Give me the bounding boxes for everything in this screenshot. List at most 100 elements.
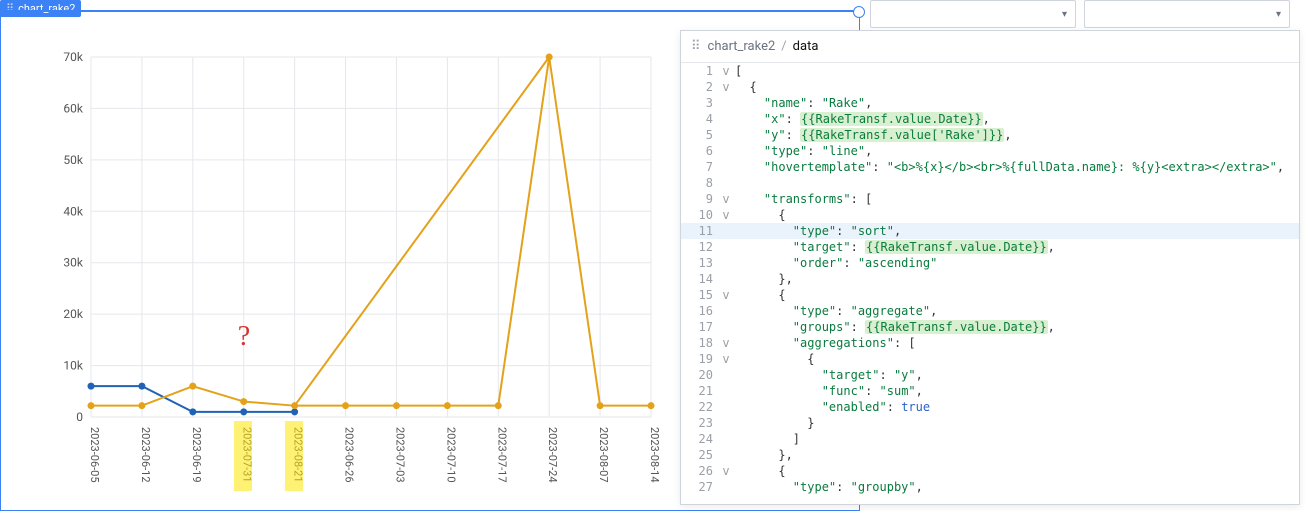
code-line[interactable]: 7 "hovertemplate": "<b>%{x}</b><br>%{ful…	[681, 159, 1299, 175]
code-line[interactable]: 27 "type": "groupby",	[681, 479, 1299, 495]
line-number: 24	[681, 431, 719, 447]
code-line[interactable]: 9v "transforms": [	[681, 191, 1299, 207]
code-content[interactable]: {	[733, 207, 1299, 223]
fold-icon[interactable]: v	[719, 79, 733, 95]
code-content[interactable]: "transforms": [	[733, 191, 1299, 207]
side-panel-a[interactable]: ▾	[870, 0, 1076, 28]
code-line[interactable]: 11 "type": "sort",	[681, 223, 1299, 239]
code-content[interactable]: },	[733, 271, 1299, 287]
breadcrumb-leaf[interactable]: data	[793, 39, 819, 54]
code-content[interactable]: {	[733, 287, 1299, 303]
fold-icon[interactable]: v	[719, 463, 733, 479]
code-content[interactable]: "func": "sum",	[733, 383, 1299, 399]
line-number: 13	[681, 255, 719, 271]
code-content[interactable]: "type": "sort",	[733, 223, 1299, 239]
code-line[interactable]: 14 },	[681, 271, 1299, 287]
code-line[interactable]: 26v {	[681, 463, 1299, 479]
code-line[interactable]: 10v {	[681, 207, 1299, 223]
code-line[interactable]: 21 "func": "sum",	[681, 383, 1299, 399]
code-content[interactable]: "groups": {{RakeTransf.value.Date}},	[733, 319, 1299, 335]
app-root: { "chart_tab_label": "chart_rake2", "que…	[0, 0, 1305, 511]
code-panel-header[interactable]: ⠿ chart_rake2 / data	[681, 31, 1299, 63]
code-content[interactable]: {	[733, 79, 1299, 95]
code-content[interactable]: {	[733, 463, 1299, 479]
code-content[interactable]: "aggregations": [	[733, 335, 1299, 351]
data-point[interactable]	[393, 402, 400, 409]
line-number: 23	[681, 415, 719, 431]
code-line[interactable]: 22 "enabled": true	[681, 399, 1299, 415]
fold-icon[interactable]: v	[719, 191, 733, 207]
drag-handle-icon[interactable]: ⠿	[691, 39, 702, 54]
code-editor[interactable]: 1v[2v {3 "name": "Rake",4 "x": {{RakeTra…	[681, 63, 1299, 504]
code-line[interactable]: 6 "type": "line",	[681, 143, 1299, 159]
line-number: 4	[681, 111, 719, 127]
data-point[interactable]	[189, 383, 196, 390]
code-line[interactable]: 15v {	[681, 287, 1299, 303]
side-panel-b[interactable]: ▾	[1084, 0, 1290, 28]
code-line[interactable]: 5 "y": {{RakeTransf.value['Rake']}},	[681, 127, 1299, 143]
line-number: 11	[681, 223, 719, 239]
code-line[interactable]: 17 "groups": {{RakeTransf.value.Date}},	[681, 319, 1299, 335]
data-point[interactable]	[240, 408, 247, 415]
code-content[interactable]: "y": {{RakeTransf.value['Rake']}},	[733, 127, 1299, 143]
code-line[interactable]: 1v[	[681, 63, 1299, 79]
data-point[interactable]	[138, 402, 145, 409]
code-content[interactable]: "enabled": true	[733, 399, 1299, 415]
code-content[interactable]: ]	[733, 431, 1299, 447]
code-line[interactable]: 18v "aggregations": [	[681, 335, 1299, 351]
data-point[interactable]	[648, 402, 655, 409]
code-content[interactable]: "target": "y",	[733, 367, 1299, 383]
x-tick-label: 2023-07-17	[495, 427, 508, 483]
code-line[interactable]: 8	[681, 175, 1299, 191]
code-line[interactable]: 25 },	[681, 447, 1299, 463]
fold-icon[interactable]: v	[719, 287, 733, 303]
fold-icon[interactable]: v	[719, 351, 733, 367]
code-content[interactable]: "x": {{RakeTransf.value.Date}},	[733, 111, 1299, 127]
code-content[interactable]: {	[733, 351, 1299, 367]
code-line[interactable]: 23 }	[681, 415, 1299, 431]
code-line[interactable]: 20 "target": "y",	[681, 367, 1299, 383]
code-content[interactable]: "type": "groupby",	[733, 479, 1299, 495]
y-tick-label: 70k	[63, 50, 83, 64]
data-point[interactable]	[240, 398, 247, 405]
line-number: 15	[681, 287, 719, 303]
data-point[interactable]	[88, 383, 95, 390]
code-content[interactable]: "hovertemplate": "<b>%{x}</b><br>%{fullD…	[733, 159, 1299, 175]
line-number: 22	[681, 399, 719, 415]
code-line[interactable]: 2v {	[681, 79, 1299, 95]
line-number: 8	[681, 175, 719, 191]
breadcrumb-root[interactable]: chart_rake2	[708, 39, 776, 54]
code-line[interactable]: 13 "order": "ascending"	[681, 255, 1299, 271]
data-point[interactable]	[138, 383, 145, 390]
data-point[interactable]	[444, 402, 451, 409]
data-point[interactable]	[291, 408, 298, 415]
x-tick-label: 2023-08-07	[597, 427, 610, 483]
code-content[interactable]: "target": {{RakeTransf.value.Date}},	[733, 239, 1299, 255]
data-point[interactable]	[597, 402, 604, 409]
data-point[interactable]	[189, 408, 196, 415]
data-point[interactable]	[88, 402, 95, 409]
y-tick-label: 0	[76, 410, 83, 424]
code-content[interactable]: "type": "aggregate",	[733, 303, 1299, 319]
fold-icon[interactable]: v	[719, 335, 733, 351]
x-tick-label: 2023-07-10	[444, 427, 457, 483]
code-content[interactable]: "name": "Rake",	[733, 95, 1299, 111]
code-content[interactable]: [	[733, 63, 1299, 79]
line-number: 26	[681, 463, 719, 479]
code-panel[interactable]: ⠿ chart_rake2 / data 1v[2v {3 "name": "R…	[680, 30, 1300, 505]
fold-icon[interactable]: v	[719, 63, 733, 79]
code-line[interactable]: 3 "name": "Rake",	[681, 95, 1299, 111]
code-line[interactable]: 19v {	[681, 351, 1299, 367]
code-line[interactable]: 24 ]	[681, 431, 1299, 447]
data-point[interactable]	[342, 402, 349, 409]
code-content[interactable]: "type": "line",	[733, 143, 1299, 159]
code-content[interactable]: "order": "ascending"	[733, 255, 1299, 271]
chart-svg[interactable]: 010k20k30k40k50k60k70k2023-06-052023-06-…	[41, 47, 681, 507]
code-line[interactable]: 16 "type": "aggregate",	[681, 303, 1299, 319]
fold-icon[interactable]: v	[719, 207, 733, 223]
code-line[interactable]: 4 "x": {{RakeTransf.value.Date}},	[681, 111, 1299, 127]
data-point[interactable]	[495, 402, 502, 409]
code-line[interactable]: 12 "target": {{RakeTransf.value.Date}},	[681, 239, 1299, 255]
code-content[interactable]: },	[733, 447, 1299, 463]
code-content[interactable]: }	[733, 415, 1299, 431]
